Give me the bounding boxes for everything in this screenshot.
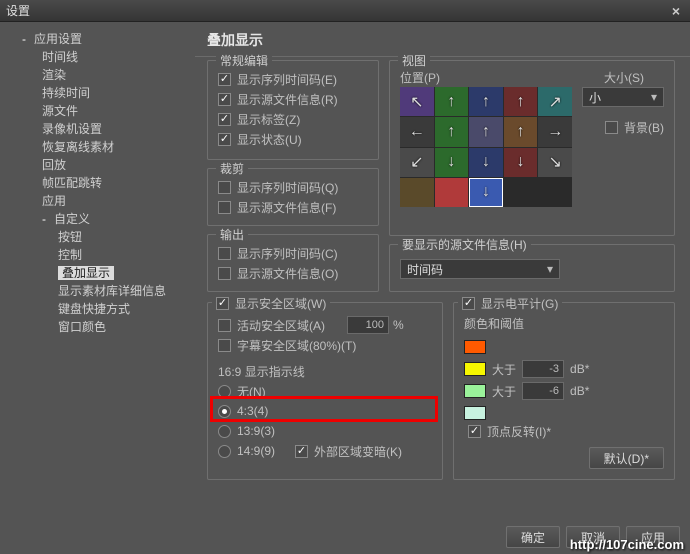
group-label: 输出 — [216, 226, 248, 243]
checkbox[interactable] — [218, 319, 231, 332]
db-input-2[interactable] — [522, 382, 564, 400]
group-srcinfo: 要显示的源文件信息(H) 时间码 — [389, 244, 675, 292]
checkbox-safe[interactable] — [216, 297, 229, 310]
ok-button[interactable]: 确定 — [506, 526, 560, 548]
color-swatch-yellow[interactable] — [464, 362, 486, 376]
guide-label: 16:9 显示指示线 — [208, 361, 442, 381]
checkbox-dim[interactable] — [295, 445, 308, 458]
tree-item[interactable]: 显示素材库详细信息 — [14, 282, 195, 300]
percent-input[interactable] — [347, 316, 389, 334]
window-title: 设置 — [6, 2, 30, 19]
checkbox[interactable] — [218, 113, 231, 126]
settings-panel: 叠加显示 常规编辑 显示序列时间码(E) 显示源文件信息(R) 显示标签(Z) … — [195, 22, 690, 554]
arrow-sw-icon: ↙ — [410, 152, 423, 172]
color-swatch-orange[interactable] — [464, 340, 486, 354]
checkbox[interactable] — [218, 73, 231, 86]
tree-item[interactable]: 时间线 — [14, 48, 195, 66]
checkbox-invert[interactable] — [468, 425, 481, 438]
arrow-up-icon: ↑ — [482, 93, 490, 111]
tree-item[interactable]: 控制 — [14, 246, 195, 264]
close-icon[interactable]: × — [668, 3, 684, 19]
tree-item[interactable]: 应用 — [14, 192, 195, 210]
tree-item-custom[interactable]: -自定义 — [14, 210, 195, 228]
tree-item[interactable]: 渲染 — [14, 66, 195, 84]
title-bar: 设置 × — [0, 0, 690, 22]
position-grid[interactable]: ↖ ↑ ↑ ↑ ↗ ← ↑ ↑ ↑ → ↙ ↓ ↓ ↓ ↘ — [400, 87, 572, 207]
checkbox[interactable] — [218, 181, 231, 194]
arrow-down-icon: ↓ — [482, 153, 490, 171]
checkbox[interactable] — [218, 339, 231, 352]
checkbox-level[interactable] — [462, 297, 475, 310]
group-label: 常规编辑 — [216, 52, 272, 69]
group-label: 要显示的源文件信息(H) — [398, 236, 531, 253]
arrow-down-icon: ↓ — [447, 153, 455, 171]
arrow-up-icon: ↑ — [447, 93, 455, 111]
checkbox[interactable] — [218, 93, 231, 106]
checkbox[interactable] — [218, 133, 231, 146]
radio[interactable] — [218, 385, 231, 398]
watermark: http://107cine.com — [570, 537, 684, 552]
tree-item[interactable]: 键盘快捷方式 — [14, 300, 195, 318]
nav-tree: -应用设置 时间线 渲染 持续时间 源文件 录像机设置 恢复离线素材 回放 帧匹… — [14, 30, 195, 336]
tree-item[interactable]: 源文件 — [14, 102, 195, 120]
arrow-up-icon: ↑ — [482, 123, 490, 141]
checkbox[interactable] — [218, 201, 231, 214]
group-label: 裁剪 — [216, 160, 248, 177]
db-input-1[interactable] — [522, 360, 564, 378]
tree-item[interactable]: 帧匹配跳转 — [14, 174, 195, 192]
tree-item[interactable]: 窗口颜色 — [14, 318, 195, 336]
tree-item-app[interactable]: -应用设置 — [14, 30, 195, 48]
arrow-up-icon: ↑ — [517, 123, 525, 141]
checkbox[interactable] — [218, 267, 231, 280]
position-label: 位置(P) — [400, 69, 440, 86]
threshold-label: 颜色和阈值 — [464, 315, 524, 332]
radio[interactable] — [218, 445, 231, 458]
arrow-down-icon: ↓ — [482, 183, 490, 201]
size-label: 大小(S) — [604, 69, 644, 86]
tree-item-overlay[interactable]: 叠加显示 — [14, 264, 195, 282]
checkbox-background[interactable] — [605, 121, 618, 134]
size-select[interactable]: 小 — [582, 87, 664, 107]
radio[interactable] — [218, 425, 231, 438]
arrow-nw-icon: ↖ — [410, 92, 423, 112]
arrow-se-icon: ↘ — [548, 152, 561, 172]
group-output: 输出 显示序列时间码(C) 显示源文件信息(O) — [207, 234, 379, 292]
arrow-up-icon: ↑ — [447, 123, 455, 141]
checkbox[interactable] — [218, 247, 231, 260]
group-level: 显示电平计(G) 颜色和阈值 大于dB* 大于dB* 顶点反转(I)* 默认(D… — [453, 302, 675, 480]
tree-item[interactable]: 恢复离线素材 — [14, 138, 195, 156]
arrow-right-icon: → — [547, 123, 563, 141]
srcinfo-select[interactable]: 时间码 — [400, 259, 560, 279]
color-swatch-green[interactable] — [464, 384, 486, 398]
arrow-down-icon: ↓ — [517, 153, 525, 171]
tree-item[interactable]: 按钮 — [14, 228, 195, 246]
group-label: 视图 — [398, 52, 430, 69]
arrow-ne-icon: ↗ — [548, 92, 561, 112]
tree-item[interactable]: 回放 — [14, 156, 195, 174]
arrow-left-icon: ← — [409, 123, 425, 141]
default-button[interactable]: 默认(D)* — [589, 447, 664, 469]
group-safe: 显示安全区域(W) 活动安全区域(A) % 字幕安全区域(80%)(T) 16:… — [207, 302, 443, 480]
group-view: 视图 位置(P) 大小(S) ↖ ↑ ↑ ↑ ↗ ← ↑ ↑ ↑ → ↙ ↓ ↓ — [389, 60, 675, 236]
color-swatch-mint[interactable] — [464, 406, 486, 420]
group-normal: 常规编辑 显示序列时间码(E) 显示源文件信息(R) 显示标签(Z) 显示状态(… — [207, 60, 379, 160]
arrow-up-icon: ↑ — [517, 93, 525, 111]
tree-item[interactable]: 持续时间 — [14, 84, 195, 102]
sidebar: -应用设置 时间线 渲染 持续时间 源文件 录像机设置 恢复离线素材 回放 帧匹… — [0, 22, 195, 554]
radio-4-3[interactable] — [218, 405, 231, 418]
group-crop: 裁剪 显示序列时间码(Q) 显示源文件信息(F) — [207, 168, 379, 226]
tree-item[interactable]: 录像机设置 — [14, 120, 195, 138]
